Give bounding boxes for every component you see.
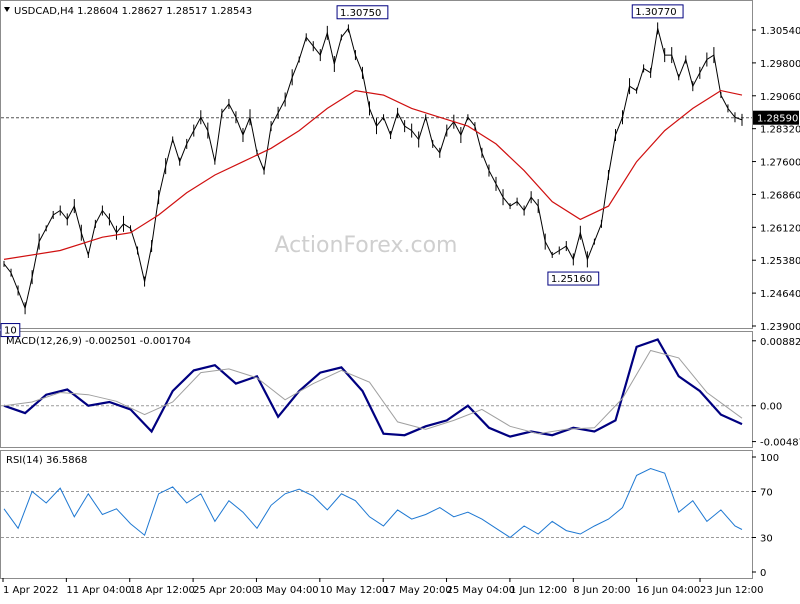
macd-panel-frame — [0, 331, 753, 448]
price-ytick-label: 1.27600 — [760, 158, 800, 169]
current-price-label: 1.28590 — [757, 114, 798, 125]
price-annotation-label: 1.25160 — [551, 274, 592, 285]
price-annotation: 1.30770 — [631, 4, 684, 19]
x-tick-label: 18 Apr 12:00 — [130, 585, 195, 596]
price-annotation: 10 — [0, 323, 21, 338]
x-tick-label: 25 May 04:00 — [447, 585, 516, 596]
price-annotation-label: 10 — [4, 326, 17, 337]
macd-title: MACD(12,26,9) -0.002501 -0.001704 — [6, 336, 191, 347]
price-panel-frame — [0, 0, 753, 329]
price-annotation: 1.25160 — [547, 271, 600, 286]
price-ytick-label: 1.25380 — [760, 256, 800, 267]
price-title: USDCAD,H4 1.28604 1.28627 1.28517 1.2854… — [14, 6, 252, 17]
price-ytick-label: 1.23900 — [760, 322, 800, 333]
macd-ytick-label: 0.00882 — [760, 337, 800, 348]
price-annotation-label: 1.30770 — [635, 7, 676, 18]
x-tick-label: 1 Apr 2022 — [3, 585, 58, 596]
macd-ytick-label: -0.004872 — [760, 438, 800, 449]
x-tick-label: 25 Apr 20:00 — [193, 585, 258, 596]
x-tick-label: 17 May 20:00 — [383, 585, 452, 596]
price-annotation-label: 1.30750 — [340, 8, 381, 19]
watermark: ActionForex.com — [275, 233, 458, 258]
rsi-panel-frame — [0, 450, 753, 579]
x-tick-label: 8 Jun 20:00 — [573, 585, 630, 596]
price-ytick-label: 1.29060 — [760, 92, 800, 103]
x-tick-label: 1 Jun 12:00 — [510, 585, 567, 596]
rsi-ytick-label: 70 — [760, 488, 773, 499]
price-ytick-label: 1.30540 — [760, 26, 800, 37]
price-ytick-label: 1.24640 — [760, 289, 800, 300]
rsi-ytick-label: 30 — [760, 534, 773, 545]
price-ytick-label: 1.29800 — [760, 59, 800, 70]
x-tick-label: 10 May 12:00 — [320, 585, 389, 596]
x-tick-label: 11 Apr 04:00 — [66, 585, 131, 596]
rsi-ytick-label: 0 — [760, 568, 766, 579]
price-ytick-label: 1.26860 — [760, 190, 800, 201]
chart-svg: ActionForex.com USDCAD,H4 1.28604 1.2862… — [0, 0, 800, 596]
x-tick-label: 23 Jun 12:00 — [700, 585, 764, 596]
chart-root: ActionForex.com USDCAD,H4 1.28604 1.2862… — [0, 0, 800, 600]
price-ytick-label: 1.28320 — [760, 125, 800, 136]
rsi-title: RSI(14) 36.5868 — [6, 455, 87, 466]
x-tick-label: 16 Jun 04:00 — [637, 585, 701, 596]
rsi-ytick-label: 100 — [760, 453, 779, 464]
macd-ytick-label: 0.00 — [760, 402, 782, 413]
price-annotation: 1.30750 — [336, 5, 389, 20]
price-ytick-label: 1.26120 — [760, 223, 800, 234]
x-tick-label: 3 May 04:00 — [256, 585, 318, 596]
